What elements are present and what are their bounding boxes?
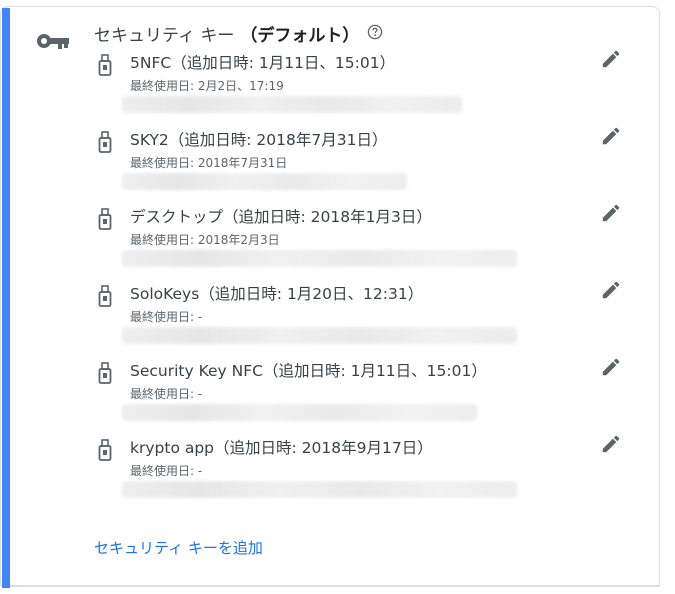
help-circle-icon[interactable] [367, 24, 383, 40]
redacted-details [122, 481, 517, 498]
security-key-last-used: 最終使用日: - [130, 310, 203, 324]
edit-pencil-icon[interactable] [600, 433, 622, 455]
edit-pencil-icon[interactable] [600, 356, 622, 378]
security-key-last-used: 最終使用日: - [130, 387, 203, 401]
section-header: セキュリティ キー （デフォルト） [94, 22, 360, 46]
security-key-last-used: 最終使用日: 2018年2月3日 [130, 233, 280, 247]
section-title: セキュリティ キー [94, 25, 235, 46]
usb-key-icon [98, 208, 112, 230]
security-key-name: 5NFC（追加日時: 1月11日、15:01） [130, 54, 396, 72]
security-key-item: デスクトップ（追加日時: 2018年1月3日） 最終使用日: 2018年2月3日 [0, 202, 660, 276]
security-key-item: Security Key NFC（追加日時: 1月11日、15:01） 最終使用日… [0, 356, 660, 430]
usb-key-icon [98, 131, 112, 153]
edit-pencil-icon[interactable] [600, 202, 622, 224]
security-key-name: Security Key NFC（追加日時: 1月11日、15:01） [130, 362, 487, 380]
redacted-details [122, 173, 407, 190]
security-key-name: SKY2（追加日時: 2018年7月31日） [130, 131, 388, 149]
usb-key-icon [98, 362, 112, 384]
security-key-last-used: 最終使用日: 2018年7月31日 [130, 156, 288, 170]
default-label: （デフォルト） [240, 25, 360, 46]
security-key-name: デスクトップ（追加日時: 2018年1月3日） [130, 208, 432, 226]
security-key-last-used: 最終使用日: 2月2日、17:19 [130, 79, 284, 93]
edit-pencil-icon[interactable] [600, 125, 622, 147]
redacted-details [122, 96, 462, 113]
redacted-details [122, 250, 517, 267]
security-key-item: krypto app（追加日時: 2018年9月17日） 最終使用日: - [0, 433, 660, 507]
add-security-key-link[interactable]: セキュリティ キーを追加 [94, 537, 263, 558]
redacted-details [122, 404, 477, 421]
security-key-name: krypto app（追加日時: 2018年9月17日） [130, 439, 433, 457]
edit-pencil-icon[interactable] [600, 279, 622, 301]
redacted-details [122, 327, 517, 344]
usb-key-icon [98, 285, 112, 307]
security-key-name: SoloKeys（追加日時: 1月20日、12:31） [130, 285, 424, 303]
security-key-item: SoloKeys（追加日時: 1月20日、12:31） 最終使用日: - [0, 279, 660, 353]
edit-pencil-icon[interactable] [600, 48, 622, 70]
security-key-item: 5NFC（追加日時: 1月11日、15:01） 最終使用日: 2月2日、17:19 [0, 48, 660, 122]
usb-key-icon [98, 54, 112, 76]
usb-key-icon [98, 439, 112, 461]
security-key-item: SKY2（追加日時: 2018年7月31日） 最終使用日: 2018年7月31日 [0, 125, 660, 199]
divider [10, 586, 660, 587]
security-key-last-used: 最終使用日: - [130, 464, 203, 478]
